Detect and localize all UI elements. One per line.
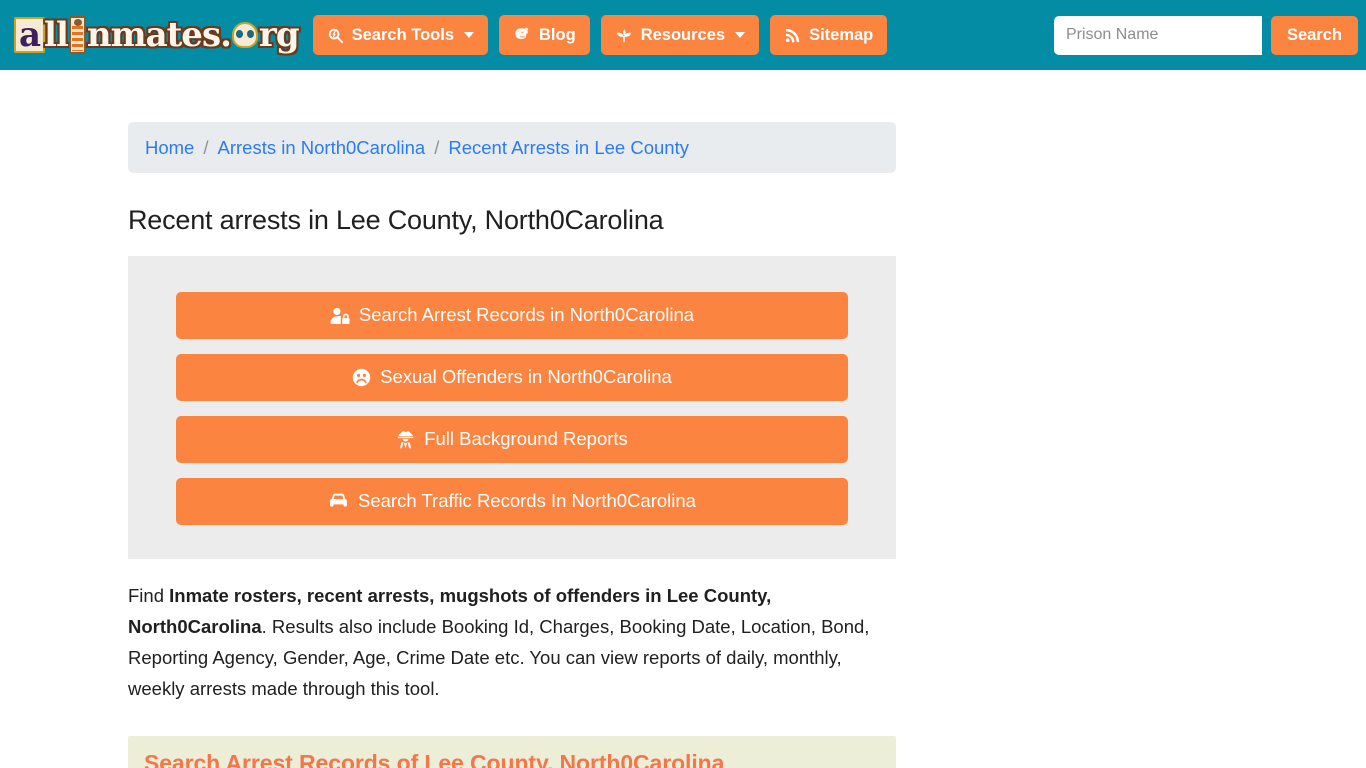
- frown-face-icon: [352, 368, 371, 387]
- breadcrumb: Home / Arrests in North0Carolina / Recen…: [128, 122, 896, 173]
- nav-search-tools-label: Search Tools: [351, 25, 455, 44]
- content-container: Home / Arrests in North0Carolina / Recen…: [128, 122, 896, 768]
- blogger-icon: [513, 26, 531, 44]
- user-secret-icon: [396, 430, 415, 449]
- skull-icon: [231, 22, 258, 48]
- breadcrumb-separator: /: [203, 136, 209, 158]
- full-background-reports-label: Full Background Reports: [424, 428, 628, 450]
- page-body: Home / Arrests in North0Carolina / Recen…: [0, 70, 1366, 768]
- prison-name-search-input[interactable]: [1053, 15, 1262, 55]
- nav-blog-label: Blog: [539, 25, 576, 44]
- site-header: a ll nmates. rg Search Tools Blog Resour…: [0, 0, 1366, 70]
- nav-blog-button[interactable]: Blog: [499, 15, 590, 55]
- header-search-button[interactable]: Search: [1270, 15, 1358, 55]
- car-icon: [328, 493, 349, 510]
- seedling-icon: [615, 26, 633, 44]
- search-arrest-records-label: Search Arrest Records in North0Carolina: [358, 304, 695, 326]
- chevron-down-icon: [735, 32, 746, 38]
- nav-resources-button[interactable]: Resources: [600, 15, 760, 55]
- nav-search-tools-button[interactable]: Search Tools: [312, 15, 489, 55]
- search-icon: [327, 27, 344, 44]
- breadcrumb-item-county[interactable]: Recent Arrests in Lee County: [448, 137, 689, 159]
- chevron-down-icon: [464, 32, 475, 38]
- search-records-section: Search Arrest Records of Lee County, Nor…: [128, 736, 896, 768]
- breadcrumb-item-home[interactable]: Home: [145, 137, 194, 159]
- header-search-group: Search: [1053, 15, 1358, 55]
- breadcrumb-separator: /: [434, 136, 440, 158]
- action-buttons-panel: Search Arrest Records in North0Carolina …: [128, 256, 896, 559]
- logo-letters-nmates: nmates.: [86, 15, 232, 55]
- intro-prefix: Find: [128, 585, 170, 606]
- nav-sitemap-label: Sitemap: [809, 25, 874, 44]
- primary-navigation: Search Tools Blog Resources Sitemap: [312, 15, 888, 55]
- logo-letters-rg: rg: [258, 15, 300, 55]
- search-traffic-records-button[interactable]: Search Traffic Records In North0Carolina: [176, 478, 848, 525]
- full-background-reports-button[interactable]: Full Background Reports: [176, 416, 848, 463]
- sexual-offenders-label: Sexual Offenders in North0Carolina: [380, 366, 672, 388]
- page-title: Recent arrests in Lee County, North0Caro…: [128, 205, 664, 235]
- nav-resources-label: Resources: [640, 25, 726, 44]
- sexual-offenders-button[interactable]: Sexual Offenders in North0Carolina: [176, 354, 848, 401]
- logo-wordmark: a ll nmates. rg: [14, 15, 300, 55]
- logo-letters-ll: ll: [44, 15, 69, 55]
- user-lock-icon: [330, 307, 350, 325]
- search-traffic-records-label: Search Traffic Records In North0Carolina: [358, 490, 696, 512]
- nav-sitemap-button[interactable]: Sitemap: [770, 15, 888, 55]
- site-logo[interactable]: a ll nmates. rg: [14, 12, 300, 58]
- logo-letter-a: a: [14, 16, 46, 54]
- search-arrest-records-button[interactable]: Search Arrest Records in North0Carolina: [176, 292, 848, 339]
- breadcrumb-item-state[interactable]: Arrests in North0Carolina: [218, 137, 426, 159]
- prisoner-icon: [68, 16, 86, 54]
- rss-icon: [784, 27, 801, 44]
- intro-paragraph: Find Inmate rosters, recent arrests, mug…: [128, 580, 890, 704]
- section-heading: Search Arrest Records of Lee County, Nor…: [144, 750, 725, 768]
